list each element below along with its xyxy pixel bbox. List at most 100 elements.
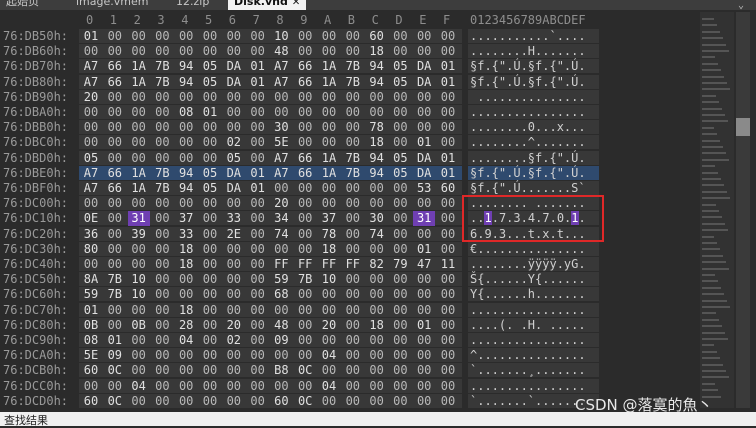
hex-byte[interactable]: 78 bbox=[366, 120, 388, 135]
hex-byte[interactable]: 94 bbox=[175, 166, 197, 181]
hex-byte[interactable]: 00 bbox=[104, 90, 126, 105]
hex-byte[interactable]: 00 bbox=[413, 90, 435, 105]
hex-byte[interactable]: 01 bbox=[437, 151, 459, 166]
hex-byte[interactable]: 04 bbox=[318, 379, 340, 394]
hex-byte[interactable]: 00 bbox=[342, 348, 364, 363]
hex-byte[interactable]: FF bbox=[270, 257, 292, 272]
hex-byte[interactable]: 18 bbox=[318, 242, 340, 257]
hex-byte[interactable]: 00 bbox=[318, 44, 340, 59]
hex-byte[interactable]: 00 bbox=[223, 120, 245, 135]
hex-byte[interactable]: 00 bbox=[342, 181, 364, 196]
hex-byte[interactable]: 00 bbox=[413, 303, 435, 318]
hex-byte[interactable]: FF bbox=[318, 257, 340, 272]
hex-byte[interactable]: 20 bbox=[270, 196, 292, 211]
hex-byte[interactable]: 00 bbox=[366, 287, 388, 302]
hex-byte[interactable]: 05 bbox=[80, 151, 102, 166]
tab-1[interactable]: image.vmem bbox=[70, 0, 154, 10]
hex-byte[interactable]: 10 bbox=[270, 29, 292, 44]
hex-byte[interactable]: 48 bbox=[270, 318, 292, 333]
hex-byte[interactable]: 31 bbox=[127, 211, 150, 227]
hex-byte[interactable]: 00 bbox=[247, 211, 269, 226]
hex-byte[interactable]: 94 bbox=[175, 59, 197, 74]
hex-byte[interactable]: 66 bbox=[294, 166, 316, 181]
hex-byte[interactable]: 00 bbox=[199, 135, 221, 150]
hex-byte[interactable]: 00 bbox=[104, 120, 126, 135]
hex-byte[interactable]: 05 bbox=[389, 59, 411, 74]
hex-row[interactable]: 76:DC10h: 0E 00 31 00 37 00 33 00 34 00 37 00 30 00 31 0… bbox=[0, 211, 740, 227]
hex-byte[interactable]: 00 bbox=[199, 151, 221, 166]
hex-byte[interactable]: 00 bbox=[294, 303, 316, 318]
ascii-text[interactable]: €............... bbox=[470, 242, 586, 257]
hex-byte[interactable]: 00 bbox=[413, 348, 435, 363]
hex-byte[interactable]: 00 bbox=[342, 227, 364, 242]
hex-byte[interactable]: 00 bbox=[128, 303, 150, 318]
hex-byte[interactable]: 00 bbox=[104, 29, 126, 44]
hex-byte[interactable]: 00 bbox=[342, 272, 364, 287]
tab-3[interactable]: Disk.vhd ✕ bbox=[228, 0, 307, 10]
hex-byte[interactable]: 7B bbox=[294, 272, 316, 287]
hex-byte[interactable]: 02 bbox=[223, 135, 245, 150]
hex-byte[interactable]: 7B bbox=[342, 75, 364, 90]
hex-byte[interactable]: 00 bbox=[151, 363, 173, 378]
hex-byte[interactable]: 00 bbox=[342, 363, 364, 378]
hex-byte[interactable]: 74 bbox=[366, 227, 388, 242]
hex-byte[interactable]: 00 bbox=[270, 105, 292, 120]
hex-byte[interactable]: 00 bbox=[199, 303, 221, 318]
hex-byte[interactable]: 01 bbox=[437, 75, 459, 90]
hex-byte[interactable]: 00 bbox=[199, 379, 221, 394]
ascii-text[interactable]: ................ bbox=[470, 333, 586, 348]
hex-byte[interactable]: 00 bbox=[151, 379, 173, 394]
hex-byte[interactable]: 00 bbox=[151, 211, 173, 226]
hex-byte[interactable]: 18 bbox=[175, 303, 197, 318]
hex-byte[interactable]: 00 bbox=[342, 90, 364, 105]
hex-byte[interactable]: 01 bbox=[413, 135, 435, 150]
hex-byte[interactable]: 00 bbox=[389, 44, 411, 59]
hex-byte[interactable]: 00 bbox=[389, 363, 411, 378]
hex-byte[interactable]: 00 bbox=[128, 242, 150, 257]
hex-byte[interactable]: 00 bbox=[389, 211, 411, 226]
hex-byte[interactable]: 00 bbox=[80, 196, 102, 211]
hex-byte[interactable]: 00 bbox=[294, 135, 316, 150]
hex-byte[interactable]: 5E bbox=[80, 348, 102, 363]
hex-byte[interactable]: 00 bbox=[247, 44, 269, 59]
hex-byte[interactable]: 00 bbox=[151, 272, 173, 287]
hex-byte[interactable]: 34 bbox=[270, 211, 292, 226]
hex-byte[interactable]: 00 bbox=[128, 120, 150, 135]
hex-byte[interactable]: 00 bbox=[199, 318, 221, 333]
hex-row[interactable]: 76:DC70h: 01 00 00 00 18 00 00 00 00 00 00 00 00 00 00 0… bbox=[0, 302, 740, 318]
hex-byte[interactable]: 00 bbox=[270, 303, 292, 318]
hex-byte[interactable]: 59 bbox=[270, 272, 292, 287]
hex-byte[interactable]: 00 bbox=[175, 379, 197, 394]
ascii-text[interactable]: ...........`.... bbox=[470, 29, 586, 44]
hex-byte[interactable]: 00 bbox=[247, 379, 269, 394]
hex-byte[interactable]: 00 bbox=[366, 348, 388, 363]
hex-byte[interactable]: 00 bbox=[342, 394, 364, 409]
hex-byte[interactable]: 36 bbox=[80, 227, 102, 242]
hex-byte[interactable]: 00 bbox=[413, 120, 435, 135]
hex-byte[interactable]: B8 bbox=[270, 363, 292, 378]
hex-byte[interactable]: 1A bbox=[318, 75, 340, 90]
hex-byte[interactable]: 00 bbox=[389, 272, 411, 287]
hex-byte[interactable]: 00 bbox=[294, 44, 316, 59]
hex-byte[interactable]: 00 bbox=[294, 379, 316, 394]
hex-byte[interactable]: 00 bbox=[366, 379, 388, 394]
hex-row[interactable]: 76:DB60h: 00 00 00 00 00 00 00 00 48 00 00 00 18 00 00 0… bbox=[0, 44, 740, 59]
hex-byte[interactable]: 00 bbox=[199, 44, 221, 59]
hex-byte[interactable]: 00 bbox=[294, 196, 316, 211]
hex-byte[interactable]: 18 bbox=[366, 135, 388, 150]
hex-byte[interactable]: 00 bbox=[80, 120, 102, 135]
hex-byte[interactable]: 05 bbox=[389, 166, 411, 181]
hex-row[interactable]: 76:DC00h: 00 00 00 00 00 00 00 00 20 00 00 00 00 00 00 0… bbox=[0, 196, 740, 211]
hex-byte[interactable]: 1A bbox=[318, 59, 340, 74]
hex-byte[interactable]: 47 bbox=[413, 257, 435, 272]
hex-row[interactable]: 76:DCC0h: 00 00 04 00 00 00 00 00 00 00 04 00 00 00 00 0… bbox=[0, 378, 740, 394]
hex-byte[interactable]: 00 bbox=[389, 196, 411, 211]
hex-byte[interactable]: 00 bbox=[437, 363, 459, 378]
ascii-text[interactable]: ........ÿÿÿÿ.yG. bbox=[470, 257, 586, 272]
ascii-text[interactable]: §f.{".Ú.§f.{".Ú. bbox=[470, 166, 586, 181]
hex-byte[interactable]: 00 bbox=[413, 227, 435, 242]
hex-row[interactable]: 76:DC80h: 0B 00 0B 00 28 00 20 00 48 00 20 00 18 00 01 0… bbox=[0, 317, 740, 333]
hex-byte[interactable]: 04 bbox=[318, 348, 340, 363]
hex-byte[interactable]: DA bbox=[223, 166, 245, 181]
hex-byte[interactable]: 2E bbox=[223, 227, 245, 242]
